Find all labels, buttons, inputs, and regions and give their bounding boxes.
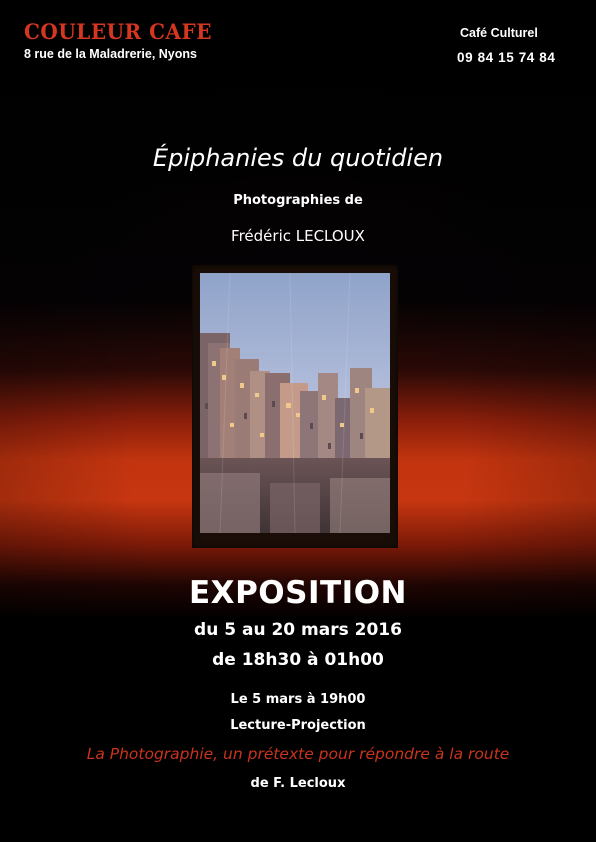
exhibition-author: Frédéric LECLOUX bbox=[231, 227, 365, 245]
exhibition-title: Épiphanies du quotidien bbox=[152, 144, 444, 172]
exposition-label: EXPOSITION bbox=[189, 575, 407, 611]
city-view-image bbox=[200, 273, 390, 533]
event-author: de F. Lecloux bbox=[250, 776, 346, 791]
event-type: Lecture-Projection bbox=[230, 718, 366, 733]
venue-type: Café Culturel bbox=[460, 26, 538, 40]
venue-address: 8 rue de la Maladrerie, Nyons bbox=[24, 47, 197, 61]
window-photo bbox=[200, 273, 390, 533]
venue-phone: 09 84 15 74 84 bbox=[457, 50, 556, 65]
exhibition-dates: du 5 au 20 mars 2016 bbox=[194, 620, 402, 640]
window-frame bbox=[192, 265, 398, 548]
exhibition-subtitle: Photographies de bbox=[233, 193, 363, 208]
venue-name: COULEUR CAFE bbox=[24, 19, 212, 45]
exhibition-poster: COULEUR CAFE 8 rue de la Maladrerie, Nyo… bbox=[0, 0, 596, 842]
event-title: La Photographie, un prétexte pour répond… bbox=[86, 745, 510, 763]
event-date: Le 5 mars à 19h00 bbox=[230, 692, 366, 707]
exhibition-hours: de 18h30 à 01h00 bbox=[212, 650, 384, 670]
